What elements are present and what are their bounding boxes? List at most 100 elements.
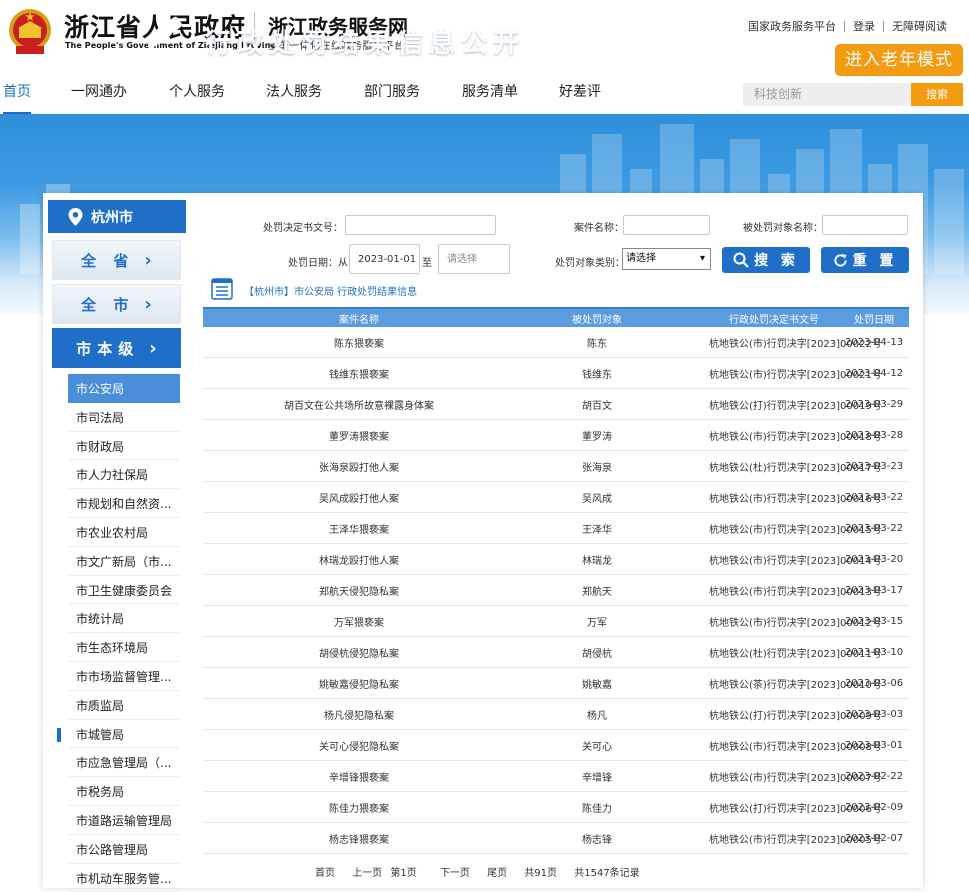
reset-button[interactable]: 重 置: [821, 247, 909, 273]
site-search-input[interactable]: 科技创新: [743, 83, 911, 106]
department-item[interactable]: 市城管局: [68, 720, 180, 749]
refresh-icon: [834, 253, 847, 267]
department-item[interactable]: 市统计局: [68, 604, 180, 634]
site-search-button[interactable]: 搜索: [911, 83, 963, 106]
top-links: 国家政务服务平台 登录 无障碍阅读: [748, 18, 947, 34]
nav-one-stop[interactable]: 一网通办: [71, 80, 127, 114]
search-button[interactable]: 搜 索: [722, 247, 810, 273]
department-item[interactable]: 市公路管理局: [68, 835, 180, 864]
table-row[interactable]: 辛增锋猥亵案 辛增锋 杭地铁公(市)行罚决字[2023]00007号 2023-02-…: [203, 761, 909, 792]
department-item[interactable]: 市文广新局（市...: [68, 547, 180, 576]
pager-prev[interactable]: 上一页: [352, 868, 382, 879]
department-item[interactable]: 市市场监督管理...: [68, 662, 180, 691]
cell-doc-no: 杭地铁公(市)行罚决字[2023]00013号: [709, 586, 882, 598]
cell-doc-no: 杭地铁公(市)行罚决字[2023]00018号: [709, 431, 882, 443]
link-accessibility[interactable]: 无障碍阅读: [892, 18, 947, 34]
department-item[interactable]: 市应急管理局（...: [68, 748, 180, 778]
department-item[interactable]: 市卫生健康委员会: [68, 576, 180, 605]
cell-case-name: 钱维东猥亵案: [329, 369, 389, 381]
cell-doc-no: 杭地铁公(茶)行罚决字[2023]00010号: [709, 679, 882, 691]
nav-department[interactable]: 部门服务: [364, 80, 420, 114]
table-row[interactable]: 王泽华猥亵案 王泽华 杭地铁公(市)行罚决字[2023]00015号 2023-03-…: [203, 513, 909, 544]
date-to-label: 至: [422, 258, 432, 269]
table-row[interactable]: 胡百文在公共场所故意裸露身体案 胡百文 杭地铁公(打)行罚决字[2023]00019…: [203, 389, 909, 420]
elder-mode-button[interactable]: 进入老年模式: [835, 44, 963, 76]
nav-rating[interactable]: 好差评: [559, 80, 601, 114]
cell-date: 2023-03-22: [844, 491, 904, 503]
chevron-right-icon: ›: [149, 337, 157, 359]
table-row[interactable]: 杨志锋猥亵案 杨志锋 杭地铁公(市)行罚决字[2023]00005号 2023-02-…: [203, 823, 909, 854]
department-item[interactable]: 市人力社保局: [68, 460, 180, 490]
table-row[interactable]: 万军猥亵案 万军 杭地铁公(市)行罚决字[2023]00012号 2023-03-15: [203, 606, 909, 637]
target-name-input[interactable]: [822, 215, 908, 235]
level-city-direct-button[interactable]: 市本级 ›: [52, 328, 181, 368]
nav-service-list[interactable]: 服务清单: [462, 80, 518, 114]
table-row[interactable]: 姚敏嘉侵犯隐私案 姚敏嘉 杭地铁公(茶)行罚决字[2023]00010号 2023-0…: [203, 668, 909, 699]
location-pin-icon: [68, 207, 83, 226]
cell-doc-no: 杭地铁公(杜)行罚决字[2023]00011号: [709, 648, 882, 660]
cell-target: 陈东: [587, 338, 607, 350]
table-row[interactable]: 钱维东猥亵案 钱维东 杭地铁公(市)行罚决字[2023]00021号 2023-04-…: [203, 358, 909, 389]
department-item[interactable]: 市农业农村局: [68, 518, 180, 547]
pager-total-pages: 共91页: [524, 868, 558, 879]
date-label: 处罚日期：从: [288, 258, 348, 269]
pager-last[interactable]: 尾页: [487, 868, 507, 879]
cell-target: 林瑞龙: [582, 555, 612, 567]
table-row[interactable]: 陈东猥亵案 陈东 杭地铁公(市)行罚决字[2023]00022号 2023-04-13: [203, 327, 909, 358]
department-item[interactable]: 市公安局: [68, 374, 180, 403]
table-row[interactable]: 张海泉殴打他人案 张海泉 杭地铁公(杜)行罚决字[2023]00017号 2023-0…: [203, 451, 909, 482]
cell-target: 董罗涛: [582, 431, 612, 443]
level-label: 全 市: [81, 295, 135, 314]
department-item[interactable]: 市司法局: [68, 403, 180, 432]
cell-target: 钱维东: [582, 369, 612, 381]
doc-no-label: 处罚决定书文号：: [263, 223, 343, 234]
date-from-input[interactable]: 2023-01-01: [349, 244, 420, 274]
nav-home[interactable]: 首页: [3, 80, 31, 114]
link-divider: [883, 20, 884, 32]
pager-total-records: 共1547条记录: [574, 868, 640, 879]
scroll-indicator: [57, 728, 61, 742]
pager-first[interactable]: 首页: [315, 868, 335, 879]
table-row[interactable]: 董罗涛猥亵案 董罗涛 杭地铁公(市)行罚决字[2023]00018号 2023-03-…: [203, 420, 909, 451]
search-button-label: 搜 索: [754, 253, 799, 269]
cell-case-name: 杨志锋猥亵案: [329, 834, 389, 846]
case-name-input[interactable]: [623, 215, 710, 235]
table-row[interactable]: 吴风成殴打他人案 吴风成 杭地铁公(市)行罚决字[2023]00016号 2023-0…: [203, 482, 909, 513]
department-item[interactable]: 市道路运输管理局: [68, 806, 180, 835]
table-row[interactable]: 胡侵杭侵犯隐私案 胡侵杭 杭地铁公(杜)行罚决字[2023]00011号 2023-0…: [203, 637, 909, 668]
level-city-button[interactable]: 全 市 ›: [52, 284, 181, 324]
cell-case-name: 杨凡侵犯隐私案: [324, 710, 394, 722]
cell-case-name: 王泽华猥亵案: [329, 524, 389, 536]
cell-date: 2023-02-22: [844, 770, 904, 782]
table-row[interactable]: 关可心侵犯隐私案 关可心 杭地铁公(市)行罚决字[2023]00008号 2023-0…: [203, 730, 909, 761]
link-login[interactable]: 登录: [853, 18, 875, 34]
city-selector[interactable]: 杭州市: [48, 200, 186, 233]
cell-target: 张海泉: [582, 462, 612, 474]
date-to-input[interactable]: 请选择: [438, 244, 510, 274]
department-item[interactable]: 市质监局: [68, 691, 180, 720]
cell-date: 2023-03-15: [844, 615, 904, 627]
column-header: 被处罚对象: [572, 314, 622, 326]
cell-date: 2023-03-29: [844, 398, 904, 410]
table-row[interactable]: 郑航天侵犯隐私案 郑航天 杭地铁公(市)行罚决字[2023]00013号 2023-0…: [203, 575, 909, 606]
reset-button-label: 重 置: [852, 253, 898, 269]
list-icon: [211, 278, 233, 300]
table-row[interactable]: 林瑞龙殴打他人案 林瑞龙 杭地铁公(市)行罚决字[2023]00014号 2023-0…: [203, 544, 909, 575]
doc-no-input[interactable]: [345, 215, 496, 235]
cell-case-name: 万军猥亵案: [334, 617, 384, 629]
level-province-button[interactable]: 全 省 ›: [52, 240, 181, 280]
department-item[interactable]: 市税务局: [68, 777, 180, 806]
link-national-platform[interactable]: 国家政务服务平台: [748, 18, 836, 34]
department-item[interactable]: 市生态环境局: [68, 633, 180, 662]
cell-doc-no: 杭地铁公(杜)行罚决字[2023]00017号: [709, 462, 882, 474]
target-type-select[interactable]: 请选择 ▾: [622, 248, 711, 270]
nav-personal[interactable]: 个人服务: [169, 80, 225, 114]
nav-legal-person[interactable]: 法人服务: [266, 80, 322, 114]
table-row[interactable]: 陈佳力猥亵案 陈佳力 杭地铁公(打)行罚决字[2023]00006号 2023-02-…: [203, 792, 909, 823]
department-item[interactable]: 市规划和自然资...: [68, 489, 180, 518]
cell-case-name: 吴风成殴打他人案: [319, 493, 399, 505]
table-row[interactable]: 杨凡侵犯隐私案 杨凡 杭地铁公(打)行罚决字[2023]00009号 2023-03-…: [203, 699, 909, 730]
cell-doc-no: 杭地铁公(市)行罚决字[2023]00021号: [709, 369, 882, 381]
pager-next[interactable]: 下一页: [440, 868, 470, 879]
department-item[interactable]: 市财政局: [68, 432, 180, 461]
